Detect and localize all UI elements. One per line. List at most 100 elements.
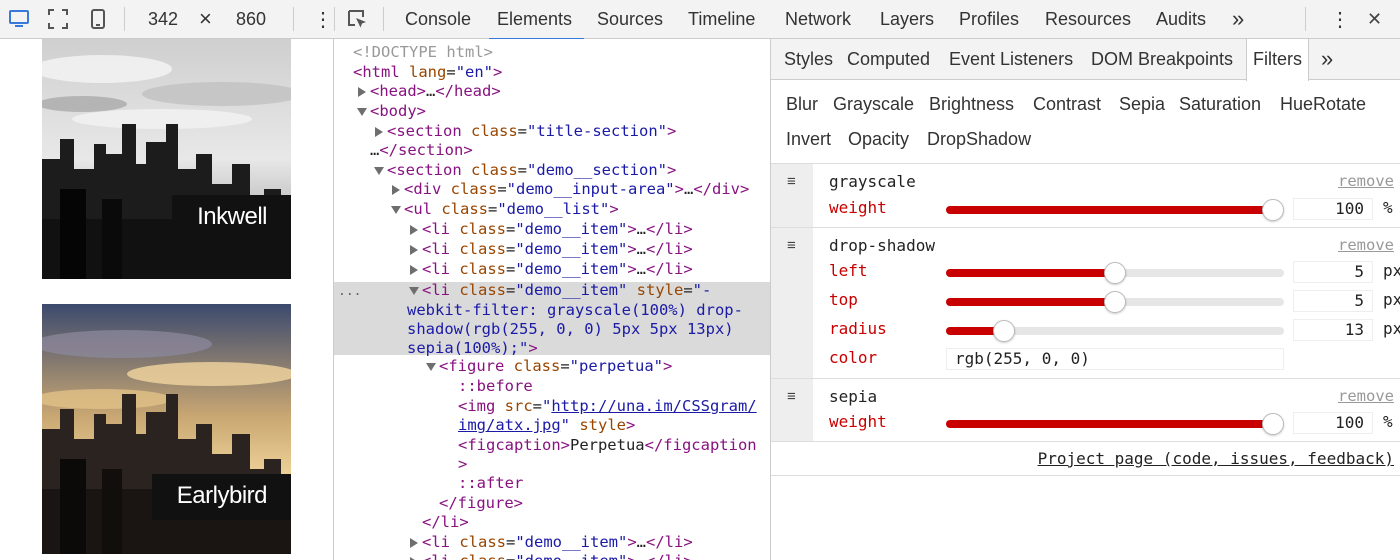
expand-arrow-icon[interactable] xyxy=(392,185,400,195)
add-grayscale-button[interactable]: Grayscale xyxy=(833,94,914,115)
slider-knob[interactable] xyxy=(1104,262,1126,284)
drag-handle[interactable]: ≡ xyxy=(771,228,813,378)
weight-slider[interactable] xyxy=(946,199,1284,221)
tab-network[interactable]: Network xyxy=(785,0,851,39)
close-icon[interactable]: ✕ xyxy=(1367,9,1382,30)
drag-handle-icon[interactable]: ≡ xyxy=(787,173,796,190)
weight-input[interactable]: 100 xyxy=(1293,198,1373,220)
tab-audits[interactable]: Audits xyxy=(1156,0,1206,39)
add-huerotate-button[interactable]: HueRotate xyxy=(1280,94,1366,115)
top-slider[interactable] xyxy=(946,291,1284,313)
viewport-height[interactable]: 860 xyxy=(236,9,266,30)
viewport-width[interactable]: 342 xyxy=(148,9,178,30)
tab-profiles[interactable]: Profiles xyxy=(959,0,1019,39)
slider-fill xyxy=(946,206,1273,214)
tab-elements[interactable]: Elements xyxy=(488,0,585,40)
drag-handle-icon[interactable]: ≡ xyxy=(787,237,796,254)
slider-knob[interactable] xyxy=(1104,291,1126,313)
img-node[interactable]: <img src="http://una.im/CSSgram/ xyxy=(458,397,757,417)
demo-list-node[interactable]: <ul class="demo__list"> xyxy=(404,200,619,220)
tab-layers[interactable]: Layers xyxy=(880,0,934,39)
tab-timeline[interactable]: Timeline xyxy=(688,0,755,39)
slider-knob[interactable] xyxy=(1262,413,1284,435)
tab-filters[interactable]: Filters xyxy=(1246,39,1309,81)
before-pseudo-node[interactable]: ::before xyxy=(458,377,533,397)
expand-arrow-icon[interactable] xyxy=(410,538,418,548)
color-input[interactable]: rgb(255, 0, 0) xyxy=(946,348,1284,370)
title-section-node[interactable]: <section class="title-section"> xyxy=(387,122,676,142)
tab-styles[interactable]: Styles xyxy=(784,39,833,80)
phone-icon[interactable] xyxy=(87,8,109,30)
sidebar-pane: Styles Computed Event Listeners DOM Brea… xyxy=(771,39,1400,560)
html-node[interactable]: <html lang="en"> xyxy=(353,63,502,83)
param-label: top xyxy=(829,290,858,309)
remove-link[interactable]: remove xyxy=(1338,172,1394,190)
elements-tree: <!DOCTYPE html> <html lang="en"> <head>…… xyxy=(334,39,771,560)
tab-console[interactable]: Console xyxy=(405,0,471,39)
figcaption-node[interactable]: <figcaption>Perpetua</figcaption xyxy=(458,436,757,456)
expand-arrow-icon[interactable] xyxy=(410,265,418,275)
add-contrast-button[interactable]: Contrast xyxy=(1033,94,1101,115)
add-brightness-button[interactable]: Brightness xyxy=(929,94,1014,115)
collapse-arrow-icon[interactable] xyxy=(357,108,367,116)
collapse-arrow-icon[interactable] xyxy=(426,363,436,371)
img-node-cont[interactable]: img/atx.jpg" style> xyxy=(458,416,635,436)
slider-knob[interactable] xyxy=(993,320,1015,342)
add-blur-button[interactable]: Blur xyxy=(786,94,818,115)
inspect-element-icon[interactable] xyxy=(346,8,368,30)
left-input[interactable]: 5 xyxy=(1293,261,1373,283)
doctype-node[interactable]: <!DOCTYPE html> xyxy=(353,43,493,63)
add-invert-button[interactable]: Invert xyxy=(786,129,831,150)
more-tabs-icon[interactable]: » xyxy=(1321,39,1333,80)
expand-arrow-icon[interactable] xyxy=(410,225,418,235)
input-area-node[interactable]: <div class="demo__input-area">…</div> xyxy=(404,180,749,200)
more-tabs-icon[interactable]: » xyxy=(1232,0,1244,39)
expand-arrow-icon[interactable] xyxy=(375,127,383,137)
tab-dom-breakpoints[interactable]: DOM Breakpoints xyxy=(1091,39,1233,80)
radius-slider[interactable] xyxy=(946,320,1284,342)
add-dropshadow-button[interactable]: DropShadow xyxy=(927,129,1031,150)
list-item-node[interactable]: <li class="demo__item">…</li> xyxy=(422,552,693,560)
tab-event-listeners[interactable]: Event Listeners xyxy=(949,39,1073,80)
list-item-node[interactable]: <li class="demo__item">…</li> xyxy=(422,240,693,260)
tab-resources[interactable]: Resources xyxy=(1045,0,1131,39)
responsive-frame-icon[interactable] xyxy=(47,8,69,30)
add-opacity-button[interactable]: Opacity xyxy=(848,129,909,150)
expand-arrow-icon[interactable] xyxy=(358,87,366,97)
node-actions-ellipsis[interactable]: ... xyxy=(338,282,361,302)
project-page-link[interactable]: Project page (code, issues, feedback) xyxy=(1038,449,1394,468)
after-pseudo-node[interactable]: ::after xyxy=(458,474,523,494)
top-input[interactable]: 5 xyxy=(1293,290,1373,312)
remove-link[interactable]: remove xyxy=(1338,387,1394,405)
menu-dots-icon[interactable]: ⋮ xyxy=(1330,7,1350,32)
menu-dots-icon[interactable]: ⋮ xyxy=(313,7,333,32)
body-node[interactable]: <body> xyxy=(370,102,426,122)
tab-computed[interactable]: Computed xyxy=(847,39,930,80)
collapse-arrow-icon[interactable] xyxy=(391,206,401,214)
drag-handle[interactable]: ≡ xyxy=(771,379,813,441)
device-mode-icon[interactable] xyxy=(8,8,30,30)
radius-input[interactable]: 13 xyxy=(1293,319,1373,341)
tab-sources[interactable]: Sources xyxy=(597,0,663,39)
head-node[interactable]: <head>…</head> xyxy=(370,82,501,102)
selected-list-item-node[interactable]: <li class="demo__item" style="- xyxy=(422,281,711,301)
remove-link[interactable]: remove xyxy=(1338,236,1394,254)
divider xyxy=(771,475,1400,476)
list-item-node[interactable]: <li class="demo__item">…</li> xyxy=(422,260,693,280)
drag-handle[interactable]: ≡ xyxy=(771,164,813,227)
collapse-arrow-icon[interactable] xyxy=(374,167,384,175)
list-item-node[interactable]: <li class="demo__item">…</li> xyxy=(422,533,693,553)
add-saturation-button[interactable]: Saturation xyxy=(1179,94,1261,115)
left-slider[interactable] xyxy=(946,262,1284,284)
param-label: weight xyxy=(829,412,887,431)
demo-section-node[interactable]: <section class="demo__section"> xyxy=(387,161,676,181)
add-sepia-button[interactable]: Sepia xyxy=(1119,94,1165,115)
expand-arrow-icon[interactable] xyxy=(410,245,418,255)
weight-slider[interactable] xyxy=(946,413,1284,435)
list-item-node[interactable]: <li class="demo__item">…</li> xyxy=(422,220,693,240)
slider-knob[interactable] xyxy=(1262,199,1284,221)
collapse-arrow-icon[interactable] xyxy=(409,287,419,295)
figure-node[interactable]: <figure class="perpetua"> xyxy=(439,357,672,377)
weight-input[interactable]: 100 xyxy=(1293,412,1373,434)
drag-handle-icon[interactable]: ≡ xyxy=(787,388,796,405)
